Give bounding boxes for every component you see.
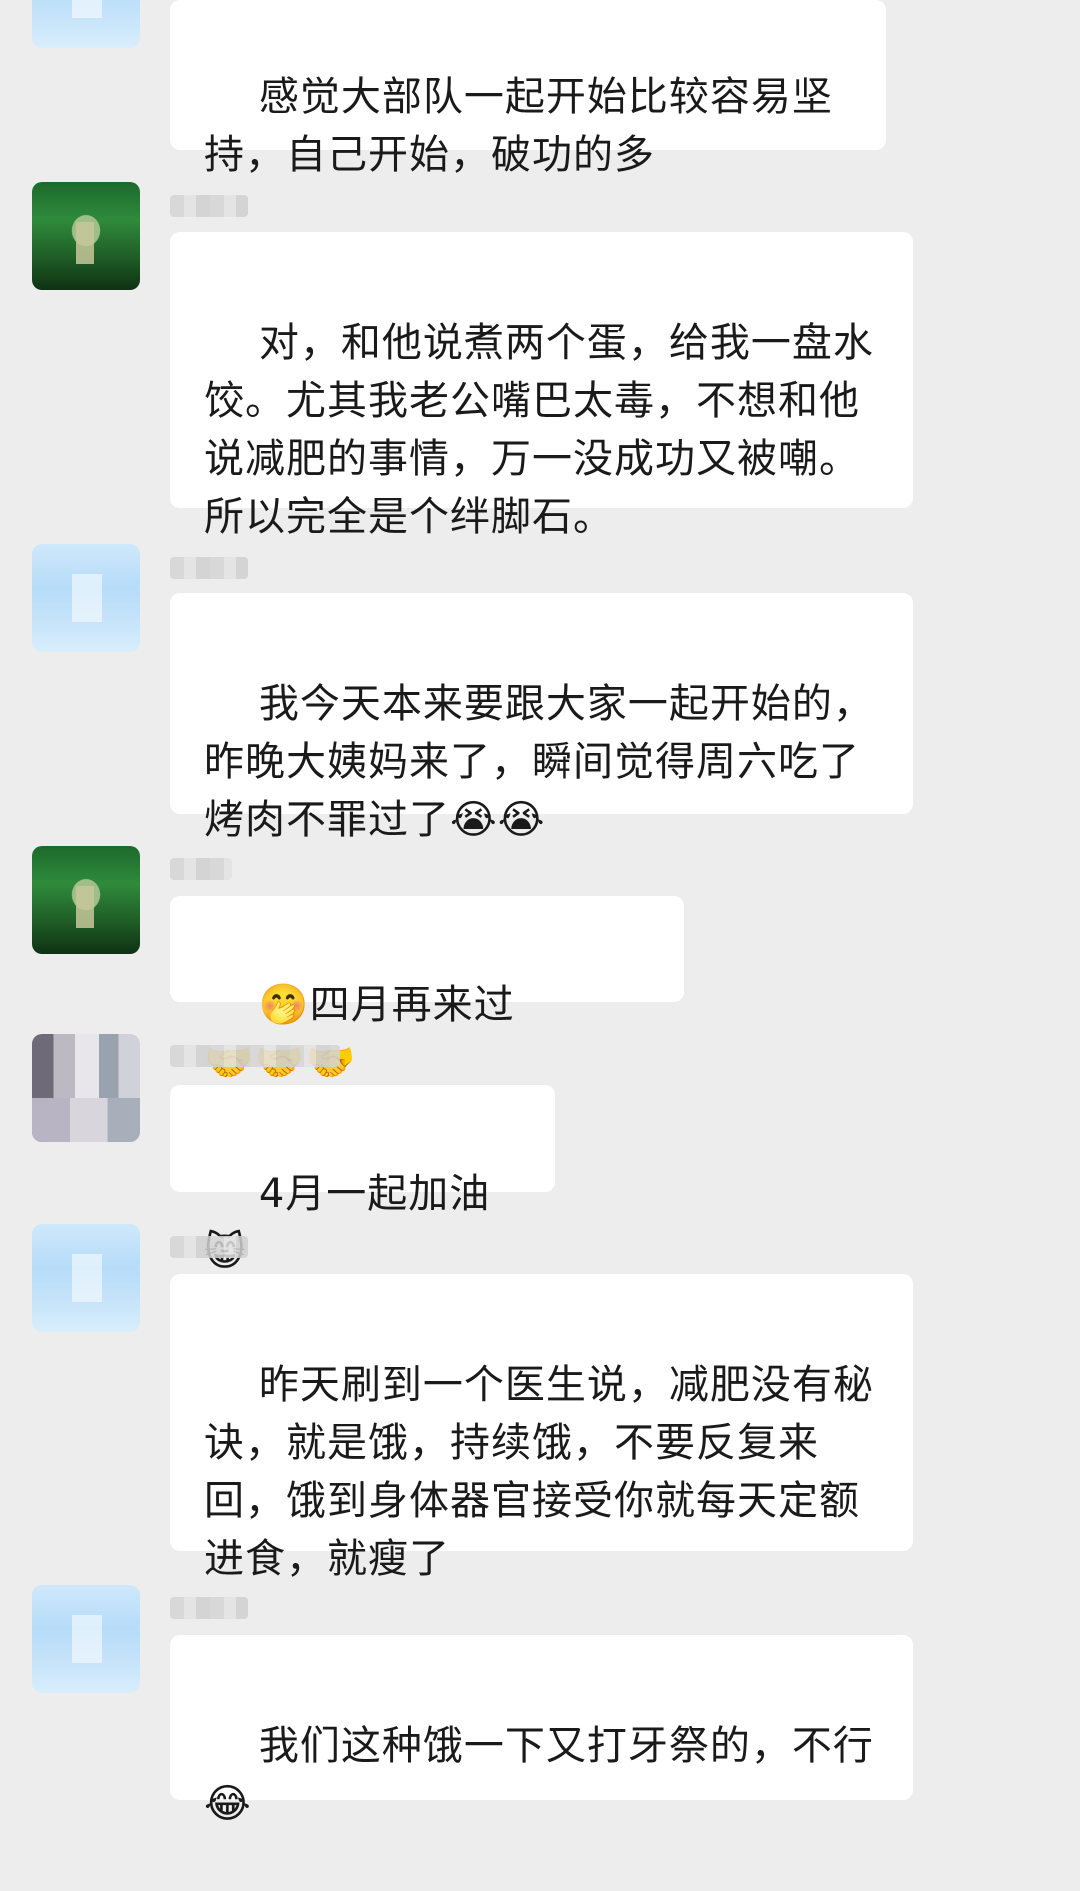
message-text: 对，和他说煮两个蛋，给我一盘水饺。尤其我老公嘴巴太毒，不想和他说减肥的事情，万一… (204, 320, 874, 540)
emoji: 🤭 (258, 982, 310, 1028)
sender-name-blurred (170, 195, 248, 217)
avatar[interactable] (32, 1224, 140, 1332)
sender-name-blurred (170, 557, 248, 579)
avatar[interactable] (32, 544, 140, 652)
sender-name-blurred (170, 1597, 248, 1619)
emoji: 😂 (204, 1781, 252, 1827)
sender-name-blurred (170, 1045, 340, 1067)
avatar[interactable] (32, 1585, 140, 1693)
message-bubble[interactable]: 感觉大部队一起开始比较容易坚持，自己开始，破功的多 (170, 0, 886, 178)
message-bubble[interactable]: 4月一起加油😸 (170, 1085, 555, 1275)
avatar[interactable] (32, 182, 140, 290)
message-text: 昨天刷到一个医生说，减肥没有秘诀，就是饿，持续饿，不要反复来回，饿到身体器官接受… (204, 1362, 874, 1582)
avatar[interactable] (32, 0, 140, 48)
message-bubble[interactable]: 我今天本来要跟大家一起开始的，昨晚大姨妈来了，瞬间觉得周六吃了烤肉不罪过了😭😭 (170, 593, 913, 843)
message-text: 我们这种饿一下又打牙祭的，不行 (258, 1723, 874, 1769)
sender-name-blurred (170, 858, 232, 880)
emoji: 😭😭 (450, 797, 546, 843)
message-bubble[interactable]: 我们这种饿一下又打牙祭的，不行😂 (170, 1635, 913, 1827)
message-text: 四月再来过 (309, 982, 515, 1028)
message-bubble[interactable]: 对，和他说煮两个蛋，给我一盘水饺。尤其我老公嘴巴太毒，不想和他说减肥的事情，万一… (170, 232, 913, 540)
message-bubble[interactable]: 昨天刷到一个医生说，减肥没有秘诀，就是饿，持续饿，不要反复来回，饿到身体器官接受… (170, 1274, 913, 1582)
message-bubble[interactable]: 🤭四月再来过🤝🤝🤝 (170, 896, 684, 1086)
message-text: 感觉大部队一起开始比较容易坚持，自己开始，破功的多 (204, 74, 833, 178)
message-text: 4月一起加油 (258, 1171, 491, 1217)
avatar[interactable] (32, 1034, 140, 1142)
sender-name-blurred (170, 1236, 248, 1258)
avatar[interactable] (32, 846, 140, 954)
